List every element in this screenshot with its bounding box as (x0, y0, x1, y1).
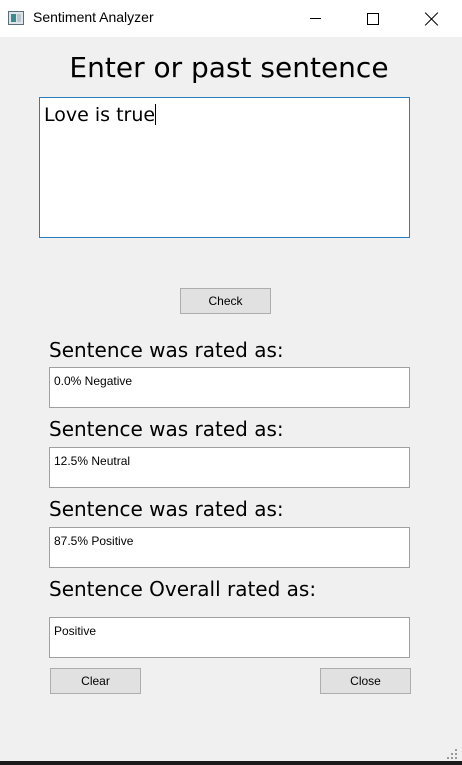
window-close-button[interactable] (403, 0, 461, 37)
sentiment-analyzer-window: Sentiment Analyzer Enter or past sentenc… (0, 0, 462, 765)
sentence-input[interactable]: Love is true (39, 97, 410, 238)
app-window-icon (8, 11, 24, 25)
window-bottom-edge (0, 761, 462, 765)
minimize-button[interactable] (286, 0, 344, 37)
overall-rating-label: Sentence Overall rated as: (49, 577, 317, 601)
maximize-icon (367, 12, 379, 25)
minimize-icon (309, 18, 321, 19)
sentence-input-value: Love is true (44, 104, 156, 126)
negative-rating-label: Sentence was rated as: (49, 338, 284, 362)
clear-button[interactable]: Clear (50, 668, 141, 694)
window-title: Sentiment Analyzer (33, 9, 154, 25)
overall-rating-field[interactable]: Positive (49, 617, 410, 658)
resize-grip-icon[interactable] (447, 749, 457, 759)
negative-rating-field[interactable]: 0.0% Negative (49, 367, 410, 408)
close-icon (425, 12, 439, 26)
page-title: Enter or past sentence (69, 51, 389, 84)
neutral-rating-field[interactable]: 12.5% Neutral (49, 447, 410, 488)
close-button[interactable]: Close (320, 668, 411, 694)
positive-rating-field[interactable]: 87.5% Positive (49, 527, 410, 568)
title-bar[interactable]: Sentiment Analyzer (0, 0, 462, 37)
positive-rating-label: Sentence was rated as: (49, 497, 284, 521)
neutral-rating-label: Sentence was rated as: (49, 417, 284, 441)
text-caret (155, 104, 157, 125)
maximize-button[interactable] (344, 0, 402, 37)
check-button[interactable]: Check (180, 288, 271, 314)
